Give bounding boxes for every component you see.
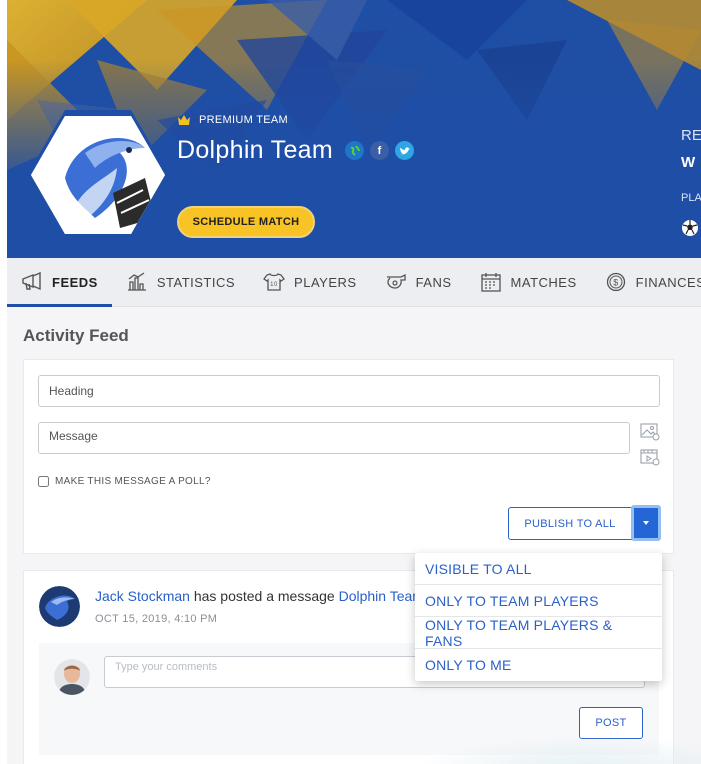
premium-badge: PREMIUM TEAM xyxy=(177,114,288,126)
tab-label: STATISTICS xyxy=(156,274,236,290)
image-upload-icon[interactable] xyxy=(640,423,660,441)
tab-label: FEEDS xyxy=(52,274,98,290)
crown-icon xyxy=(178,115,190,125)
tab-finances[interactable]: $ FINANCES xyxy=(591,258,701,306)
current-user-avatar xyxy=(54,659,90,695)
team-logo xyxy=(27,110,169,240)
side-info-label-2: PLA xyxy=(681,192,701,204)
poll-option: MAKE THIS MESSAGE A POLL? xyxy=(38,476,211,487)
visibility-dropdown: VISIBLE TO ALL ONLY TO TEAM PLAYERS ONLY… xyxy=(415,553,662,681)
post-action: has posted a message xyxy=(189,588,339,604)
publish-button[interactable]: PUBLISH TO ALL xyxy=(508,507,632,540)
tab-label: FINANCES xyxy=(635,274,701,290)
tab-fans[interactable]: FANS xyxy=(371,258,466,306)
message-input[interactable] xyxy=(38,422,630,454)
tab-statistics[interactable]: STATISTICS xyxy=(112,258,249,306)
bar-chart-icon xyxy=(127,272,146,291)
post-meta: Jack Stockman has posted a message Dolph… xyxy=(95,588,424,604)
facebook-icon[interactable]: f xyxy=(370,141,390,160)
team-tabs: FEEDS STATISTICS 10 PLAYERS FANS MATCHES… xyxy=(7,258,701,307)
visibility-option-all[interactable]: VISIBLE TO ALL xyxy=(415,553,662,585)
whistle-icon xyxy=(386,273,406,289)
tab-matches[interactable]: MATCHES xyxy=(466,258,591,306)
post-author-link[interactable]: Jack Stockman xyxy=(95,588,190,604)
megaphone-icon xyxy=(22,272,41,291)
heading-input[interactable] xyxy=(38,375,660,407)
team-name: Dolphin Team xyxy=(177,136,334,164)
side-info-label: RE xyxy=(681,127,701,144)
activity-feed-title: Activity Feed xyxy=(23,326,129,345)
calendar-icon xyxy=(480,273,501,292)
schedule-match-button[interactable]: SCHEDULE MATCH xyxy=(177,206,315,238)
svg-text:10: 10 xyxy=(270,282,278,288)
tab-label: MATCHES xyxy=(510,274,577,290)
post-author-avatar[interactable] xyxy=(39,586,80,627)
svg-text:$: $ xyxy=(613,278,619,288)
poll-checkbox[interactable] xyxy=(38,476,49,487)
coin-icon: $ xyxy=(606,272,625,292)
message-composer: MAKE THIS MESSAGE A POLL? PUBLISH TO ALL xyxy=(23,359,674,554)
video-upload-icon[interactable] xyxy=(640,448,660,466)
team-name-row: Dolphin Team f xyxy=(177,136,415,165)
publish-options-toggle[interactable] xyxy=(631,505,661,541)
visibility-option-players[interactable]: ONLY TO TEAM PLAYERS xyxy=(415,585,662,617)
team-banner: PREMIUM TEAM Dolphin Team f SCHEDULE MAT… xyxy=(7,0,701,258)
jersey-icon: 10 xyxy=(263,273,285,291)
side-info-value: W xyxy=(681,154,696,171)
post-team-link[interactable]: Dolphin Team xyxy=(339,588,424,604)
tab-feeds[interactable]: FEEDS xyxy=(7,258,112,307)
poll-label: MAKE THIS MESSAGE A POLL? xyxy=(55,476,211,487)
twitter-icon[interactable] xyxy=(395,141,415,160)
tab-label: FANS xyxy=(415,274,452,290)
caret-down-icon xyxy=(643,521,649,525)
globe-icon[interactable] xyxy=(345,141,365,160)
visibility-option-players-fans[interactable]: ONLY TO TEAM PLAYERS & FANS xyxy=(415,617,662,649)
post-date: OCT 15, 2019, 4:10 PM xyxy=(95,613,218,625)
tab-label: PLAYERS xyxy=(294,274,357,290)
visibility-option-me[interactable]: ONLY TO ME xyxy=(415,649,662,681)
premium-label: PREMIUM TEAM xyxy=(199,114,288,126)
tab-players[interactable]: 10 PLAYERS xyxy=(249,258,371,306)
soccer-ball-icon xyxy=(682,220,698,236)
bottom-fade xyxy=(407,735,701,764)
